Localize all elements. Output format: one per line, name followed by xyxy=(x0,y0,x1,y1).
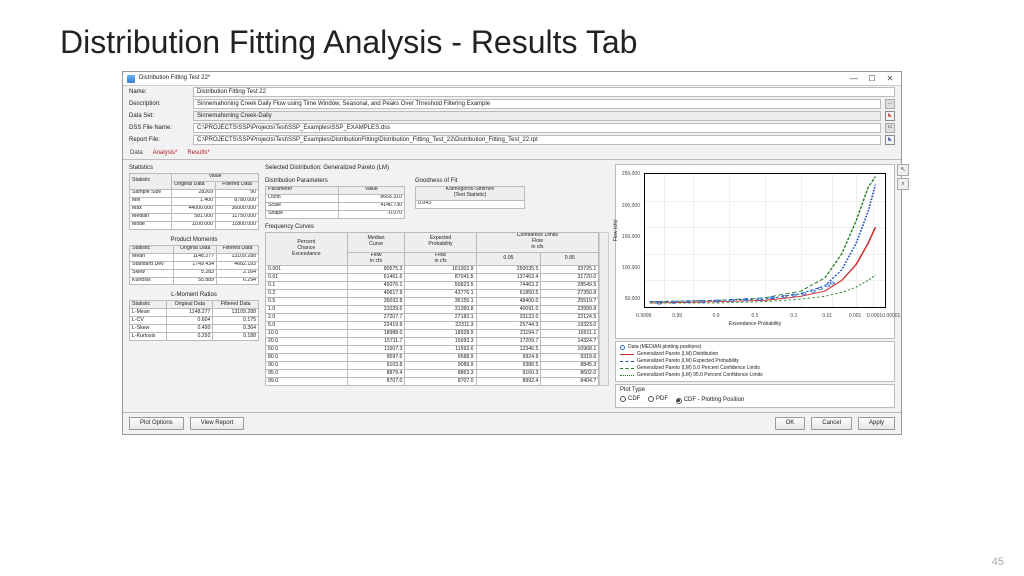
maximize-button[interactable]: ☐ xyxy=(865,74,879,83)
table-row: L-CV0.6040.175 xyxy=(130,317,259,325)
freq-title: Frequency Curves xyxy=(265,223,609,232)
dist-params-title: Distribution Parameters xyxy=(265,177,405,186)
frequency-chart: 250,000 200,000 150,000 100,000 50,000 F… xyxy=(615,164,895,339)
marker-icon xyxy=(620,345,625,350)
table-row: Scale4146.730 xyxy=(266,202,405,210)
dss-browse-button[interactable]: ▭ xyxy=(885,123,895,133)
stat-header: Statistic xyxy=(130,173,172,189)
titlebar: Distribution Fitting Test 22* — ☐ ✕ xyxy=(123,72,901,86)
name-field[interactable]: Distribution Fitting Test 22 xyxy=(193,87,895,97)
slide-title: Distribution Fitting Analysis - Results … xyxy=(0,0,1024,71)
table-row: 10.018988.018928.921194.716911.1 xyxy=(266,330,599,338)
table-row: 0.0161461.687041.5137463.431720.0 xyxy=(266,274,599,282)
frequency-table: PercentChanceExceedance MedianCurve Expe… xyxy=(265,232,599,386)
table-row: Kurtosis55.8896.294 xyxy=(130,277,259,285)
dataset-field[interactable]: Sinnemahoning Creek-Daily xyxy=(193,111,881,121)
line-icon xyxy=(620,368,634,369)
dist-params-table: Parameter Value Loctn8665.310Scale4146.7… xyxy=(265,186,405,219)
dss-field[interactable]: C:\PROJECTS\SSP\Projects\Test\SSP_Exampl… xyxy=(193,123,881,133)
description-label: Description: xyxy=(129,101,189,108)
table-row: Standard Dev1749.4344682.193 xyxy=(130,261,259,269)
table-row: Mode1100.00011800.000 xyxy=(130,221,259,229)
footer: Plot Options View Report OK Cancel Apply xyxy=(123,412,901,434)
description-field[interactable]: Sinnemahoning Creek Daily Flow using Tim… xyxy=(193,99,881,109)
table-row: Shape-0.070 xyxy=(266,210,405,218)
app-window: Distribution Fitting Test 22* — ☐ ✕ Name… xyxy=(122,71,902,435)
description-expand-button[interactable]: … xyxy=(885,99,895,109)
table-row: Median581.00011750.000 xyxy=(130,213,259,221)
table-row: 1.031029.631360.840091.023999.8 xyxy=(266,306,599,314)
table-row: L-Skew0.4900.364 xyxy=(130,325,259,333)
minimize-button[interactable]: — xyxy=(847,74,861,83)
table-row: 0.145076.150823.574463.228549.5 xyxy=(266,282,599,290)
chart-pointer-tool-icon[interactable]: ↖ xyxy=(897,164,909,176)
selected-dist-label: Selected Distribution: Generalized Paret… xyxy=(265,164,609,173)
close-button[interactable]: ✕ xyxy=(883,74,897,83)
page-number: 45 xyxy=(992,556,1004,568)
freq-scrollbar[interactable] xyxy=(599,232,609,386)
report-label: Report File: xyxy=(129,137,189,144)
apply-button[interactable]: Apply xyxy=(858,417,895,430)
line-icon xyxy=(620,354,634,355)
table-row: Min1.4008780.000 xyxy=(130,197,259,205)
table-row: Mean1148.27713109.288 xyxy=(130,253,259,261)
table-row: Max44000.00036000.000 xyxy=(130,205,259,213)
table-row: 0.00180575.3161302.9250035.533725.1 xyxy=(266,266,599,274)
dataset-label: Data Set: xyxy=(129,113,189,120)
lmoment-table: Statistic Original Data Filtered Data L-… xyxy=(129,300,259,341)
report-field[interactable]: C:\PROJECTS\SSP\Projects\Test\SSP_Exampl… xyxy=(193,135,881,145)
view-report-button[interactable]: View Report xyxy=(190,417,245,430)
gof-title: Goodness of Fit xyxy=(415,177,525,186)
table-row: 5.022419.922311.325744.319323.0 xyxy=(266,322,599,330)
x-axis-label: Exceedance Probability xyxy=(729,322,781,328)
ok-button[interactable]: OK xyxy=(775,417,806,430)
table-row: 90.09103.89089.99388.58845.3 xyxy=(266,362,599,370)
table-row: Sample Size2826990 xyxy=(130,189,259,197)
dataset-plot-icon[interactable]: ◣ xyxy=(885,111,895,121)
tabs: Data Analysis* Results* xyxy=(123,146,901,160)
table-row: 0.240617.943776.161850.527350.8 xyxy=(266,290,599,298)
name-label: Name: xyxy=(129,89,189,96)
table-row: 80.09597.69588.99924.99319.6 xyxy=(266,354,599,362)
plot-type-title: Plot Type xyxy=(620,387,890,394)
cancel-button[interactable]: Cancel xyxy=(811,417,852,430)
gof-table: Kolmogorov-Smirnov(Test Statistic) 0.043 xyxy=(415,186,525,209)
table-row: 95.08879.48863.39160.38602.0 xyxy=(266,370,599,378)
table-row: 99.08707.08707.08992.48404.7 xyxy=(266,378,599,386)
statistics-table: Statistic Value Original Data Filtered D… xyxy=(129,173,259,230)
radio-cdf[interactable]: CDF xyxy=(620,396,640,403)
tab-data[interactable]: Data xyxy=(129,148,144,159)
table-row: L-Mean1148.27713109.288 xyxy=(130,309,259,317)
statistics-title: Statistics xyxy=(129,164,259,173)
plot-type-panel: Plot Type CDF PDF CDF - Plotting Positio… xyxy=(615,384,895,408)
chart-zoom-tool-icon[interactable]: ⌕ xyxy=(897,178,909,190)
lmoment-title: L-Moment Ratios xyxy=(129,291,259,300)
app-icon xyxy=(127,75,135,83)
table-row: Loctn8665.310 xyxy=(266,194,405,202)
table-row: 50.011507.311592.612346.510968.1 xyxy=(266,346,599,354)
moments-title: Product Moments xyxy=(129,236,259,245)
table-row: 2.027207.727182.133133.022124.5 xyxy=(266,314,599,322)
tab-results[interactable]: Results* xyxy=(186,148,210,159)
plot-area[interactable] xyxy=(644,173,886,308)
plot-options-button[interactable]: Plot Options xyxy=(129,417,184,430)
chart-legend: Data (MEDIAN plotting positions) General… xyxy=(615,341,895,382)
tab-analysis[interactable]: Analysis* xyxy=(152,148,179,159)
line-icon xyxy=(620,375,634,376)
y-axis-label: Flow (cfs) xyxy=(614,219,620,241)
table-row: Skew5.2832.164 xyxy=(130,269,259,277)
table-row: 0.535032.836155.148400.025519.7 xyxy=(266,298,599,306)
window-title: Distribution Fitting Test 22* xyxy=(139,75,210,82)
dss-label: DSS File Name: xyxy=(129,125,189,132)
table-row: L-Kurtosis0.2920.188 xyxy=(130,333,259,341)
line-icon xyxy=(620,361,634,362)
table-row: 20.015711.715693.317209.714324.7 xyxy=(266,338,599,346)
value-header: Value xyxy=(172,173,259,181)
radio-pdf[interactable]: PDF xyxy=(648,396,668,403)
radio-cdf-plotting[interactable]: CDF - Plotting Position xyxy=(676,397,745,404)
moments-table: Statistic Original Data Filtered Data Me… xyxy=(129,245,259,286)
report-plot-icon[interactable]: ◣ xyxy=(885,135,895,145)
